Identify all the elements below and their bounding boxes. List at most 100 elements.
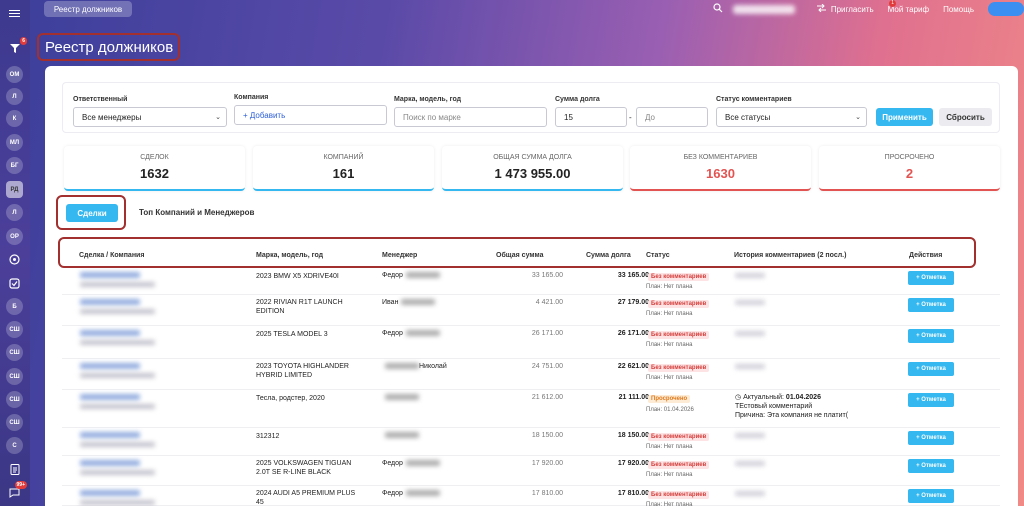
invite-icon [816, 3, 826, 14]
table-row[interactable]: 312312 18 150.00 18 150.00 Без комментариев… [62, 428, 1000, 456]
table-row[interactable]: 2025 TESLA MODEL 3 Федор 26 171.00 26 171.0… [62, 326, 1000, 359]
col-actions: Действия [909, 252, 943, 259]
chat-icon[interactable]: 99+ [6, 481, 27, 501]
document-icon[interactable] [6, 461, 23, 478]
total-amount: 24 751.00 [531, 363, 563, 370]
sidebar-item-s[interactable]: С [6, 437, 23, 454]
add-mark-button[interactable]: + Отметка [908, 459, 954, 473]
notification-badge: 6 [20, 37, 27, 45]
table-row[interactable]: Тесла, родстер, 2020 21 612.00 21 111.00 Пр… [62, 390, 1000, 428]
stat-deals: СДЕЛОК 1632 [64, 146, 245, 191]
table-row[interactable]: 2022 RIVIAN R1T LAUNCH EDITION Иван 4 421.… [62, 295, 1000, 326]
stat-overdue: ПРОСРОЧЕНО 2 [819, 146, 1000, 191]
help-link[interactable]: Помощь [943, 5, 974, 14]
search-icon[interactable] [713, 3, 723, 15]
sidebar-item-sh1[interactable]: СШ [6, 321, 23, 338]
status-badge: Без комментариев [648, 300, 710, 308]
debt-from-input[interactable]: 15 [555, 107, 627, 127]
deal-link[interactable] [80, 363, 140, 369]
sidebar-item-sh5[interactable]: СШ [6, 414, 23, 431]
manager-name: Федор [382, 460, 440, 467]
table-row[interactable]: 2023 TOYOTA HIGHLANDER HYBRID LIMITED Ник… [62, 359, 1000, 390]
debt-amount: 22 621.00 [617, 363, 649, 370]
add-mark-button[interactable]: + Отметка [908, 431, 954, 445]
col-manager: Менеджер [382, 252, 418, 259]
filter-icon[interactable]: 6 [6, 37, 27, 57]
manager-name: Николай [382, 363, 447, 370]
deal-link[interactable] [80, 490, 140, 496]
tab-top-companies[interactable]: Топ Компаний и Менеджеров [139, 208, 254, 217]
deal-link[interactable] [80, 299, 140, 305]
invite-link[interactable]: Пригласить [831, 5, 874, 14]
sidebar-item-sh2[interactable]: СШ [6, 344, 23, 361]
user-pill[interactable] [988, 2, 1024, 16]
sidebar-item-sh3[interactable]: СШ [6, 368, 23, 385]
table-row[interactable]: 2024 AUDI A5 PREMIUM PLUS 45 Федор 17 810.… [62, 486, 1000, 506]
deal-link[interactable] [80, 432, 140, 438]
deal-link[interactable] [80, 460, 140, 466]
clock-icon: ◷ [735, 394, 744, 401]
tab-registry[interactable]: Реестр должников [44, 1, 132, 17]
chevron-down-icon: ⌄ [215, 114, 221, 121]
vehicle-model: 2022 RIVIAN R1T LAUNCH EDITION [256, 299, 343, 315]
sidebar-item-ml[interactable]: МЛ [6, 134, 23, 151]
manager-name: Федор [382, 490, 440, 497]
col-history: История комментариев (2 посл.) [734, 252, 847, 259]
deal-link[interactable] [80, 272, 140, 278]
plan-text: План: 01.04.2026 [646, 407, 694, 413]
sidebar-item-l2[interactable]: Л [6, 204, 23, 221]
status-badge: Просрочено [648, 395, 691, 403]
deal-link[interactable] [80, 394, 140, 400]
model-search-input[interactable]: Поиск по марке [394, 107, 547, 127]
tab-deals[interactable]: Сделки [66, 204, 118, 222]
target-icon[interactable] [6, 251, 23, 268]
col-debt: Сумма долга [586, 252, 631, 259]
col-total: Общая сумма [496, 252, 544, 259]
add-mark-button[interactable]: + Отметка [908, 489, 954, 503]
sidebar-item-sh4[interactable]: СШ [6, 391, 23, 408]
table-row[interactable]: 2023 BMW X5 XDRIVE40I Федор 33 165.00 33 16… [62, 268, 1000, 295]
add-mark-button[interactable]: + Отметка [908, 329, 954, 343]
company-name [80, 500, 155, 505]
sidebar-item-k[interactable]: К [6, 110, 23, 127]
chevron-down-icon: ⌄ [855, 114, 861, 121]
deal-link[interactable] [80, 330, 140, 336]
company-add-field[interactable]: + Добавить [234, 105, 387, 125]
total-amount: 4 421.00 [535, 299, 563, 306]
status-select[interactable]: Все статусы ⌄ [716, 107, 867, 127]
add-mark-button[interactable]: + Отметка [908, 298, 954, 312]
debt-amount: 17 810.00 [617, 490, 649, 497]
comment-history: ◷ Актуальный: 01.04.2026 TЕстовый коммент… [735, 394, 849, 419]
sidebar-item-or[interactable]: ОР [6, 228, 23, 245]
reset-button[interactable]: Сбросить [939, 108, 992, 126]
status-badge: Без комментариев [648, 461, 710, 469]
debt-amount: 18 150.00 [617, 432, 649, 439]
chat-badge: 99+ [14, 481, 27, 489]
responsible-select[interactable]: Все менеджеры ⌄ [73, 107, 227, 127]
debt-amount: 17 920.00 [617, 460, 649, 467]
sidebar-item-bg[interactable]: БГ [6, 157, 23, 174]
vehicle-model: 2023 TOYOTA HIGHLANDER HYBRID LIMITED [256, 363, 349, 379]
debt-label: Сумма долга [555, 96, 600, 103]
apply-button[interactable]: Применить [876, 108, 933, 126]
manager-name: Федор [382, 272, 440, 279]
debt-to-input[interactable]: До [636, 107, 708, 127]
user-name[interactable] [732, 4, 795, 14]
add-mark-button[interactable]: + Отметка [908, 362, 954, 376]
status-badge: Без комментариев [648, 331, 710, 339]
add-mark-button[interactable]: + Отметка [908, 393, 954, 407]
total-amount: 18 150.00 [531, 432, 563, 439]
menu-icon[interactable] [9, 10, 20, 18]
checkbox-icon[interactable] [6, 275, 23, 292]
comment-history [735, 491, 765, 496]
sidebar-item-l[interactable]: Л [6, 88, 23, 105]
total-amount: 17 810.00 [531, 490, 563, 497]
sidebar-item-om[interactable]: ОМ [6, 66, 23, 83]
sidebar-item-rd[interactable]: РД [6, 181, 23, 198]
table-row[interactable]: 2025 VOLKSWAGEN TIGUAN 2.0T SE R-LINE BL… [62, 456, 1000, 486]
company-name [80, 404, 155, 409]
plan-text: План: Нет плана [646, 342, 693, 348]
total-amount: 21 612.00 [531, 394, 563, 401]
add-mark-button[interactable]: + Отметка [908, 271, 954, 285]
sidebar-item-b[interactable]: Б [6, 298, 23, 315]
